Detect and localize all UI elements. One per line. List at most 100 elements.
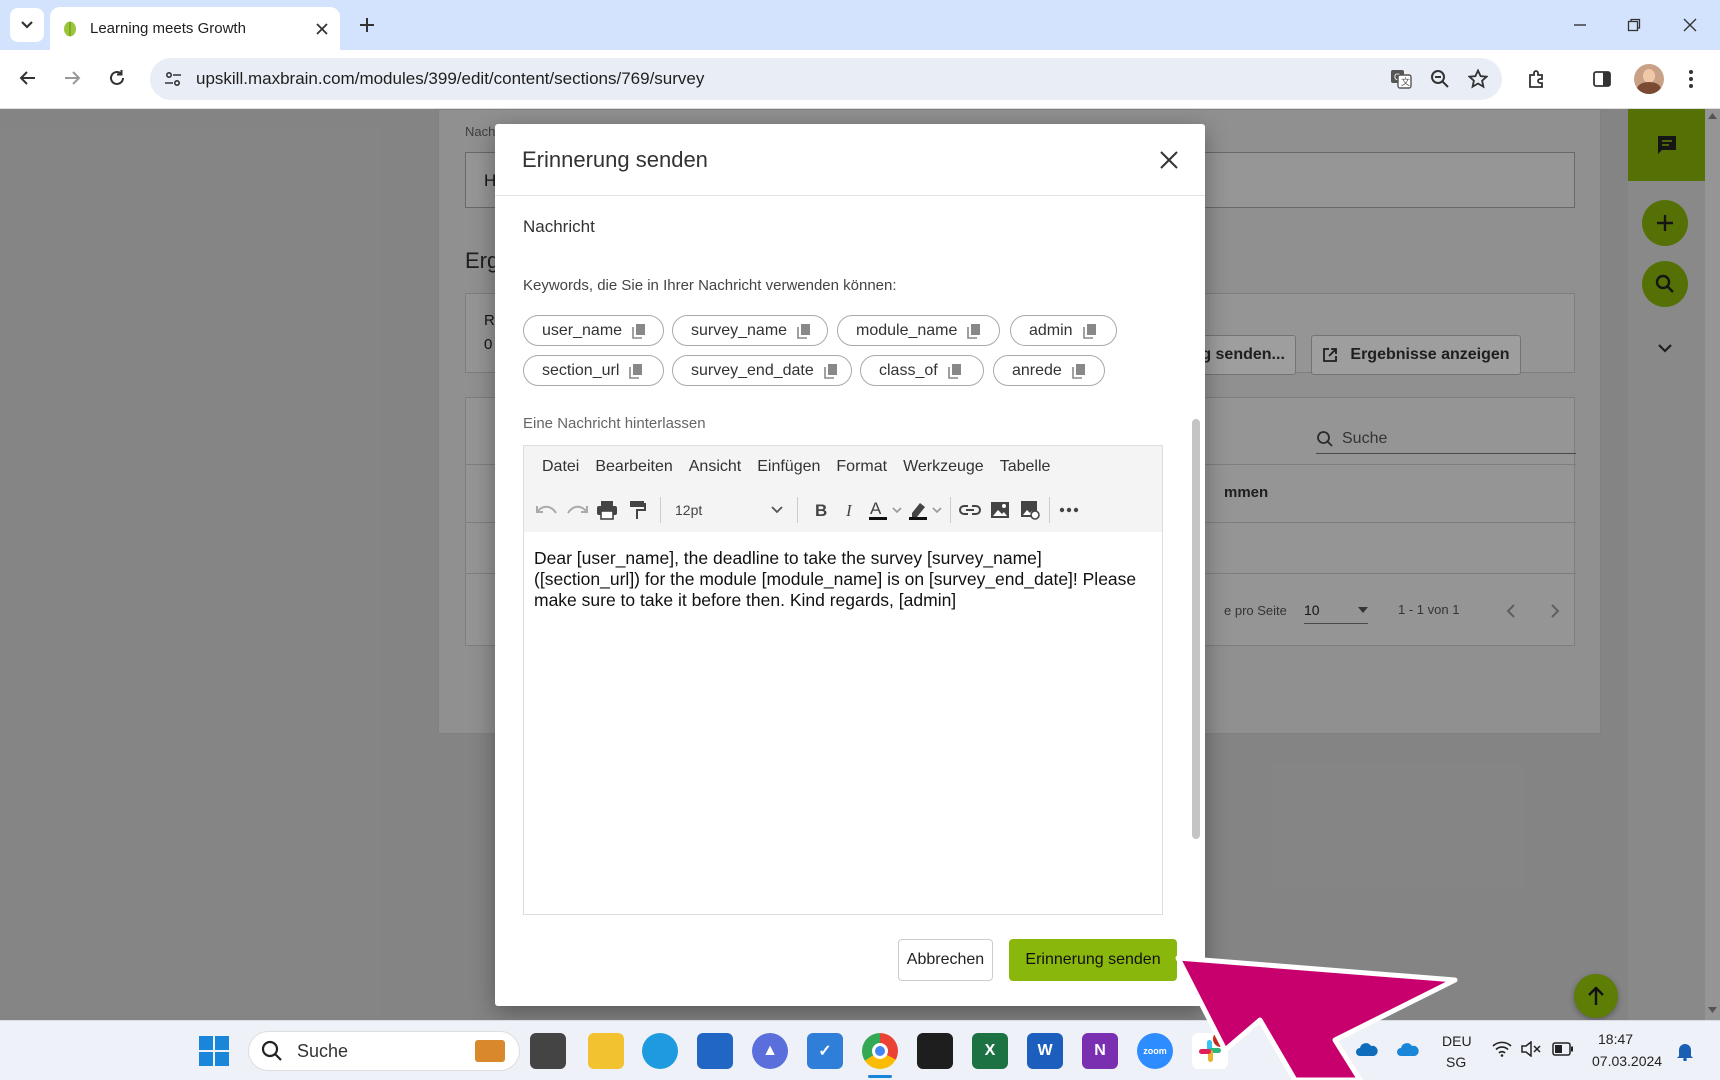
puzzle-icon <box>1529 70 1543 88</box>
close-tab-icon[interactable] <box>316 22 328 35</box>
chevron-down-icon <box>21 21 33 29</box>
menu-format[interactable]: Format <box>836 458 887 476</box>
keyword-chip-label: module_name <box>856 321 958 339</box>
browser-menu-button[interactable] <box>1676 62 1706 96</box>
taskbar-search[interactable]: Suche <box>248 1031 520 1071</box>
media-button[interactable] <box>1015 495 1045 525</box>
edge-icon[interactable] <box>642 1033 678 1069</box>
format-painter-button[interactable] <box>622 495 652 525</box>
figma-icon[interactable] <box>917 1033 953 1069</box>
message-section-label: Nachricht <box>523 217 595 236</box>
close-icon[interactable] <box>1160 150 1178 169</box>
font-size-select[interactable]: 12pt <box>669 495 789 525</box>
restore-button[interactable] <box>1614 8 1654 42</box>
store-icon[interactable] <box>697 1033 733 1069</box>
clock-time[interactable]: 18:47 <box>1598 1031 1633 1047</box>
image-button[interactable] <box>985 495 1015 525</box>
onenote-icon[interactable]: N <box>1082 1033 1118 1069</box>
keyword-chip[interactable]: section_url <box>523 355 664 386</box>
address-bar[interactable]: upskill.maxbrain.com/modules/399/edit/co… <box>150 58 1502 100</box>
menu-insert[interactable]: Einfügen <box>757 458 820 476</box>
briefcase-icon <box>475 1040 505 1062</box>
minimize-button[interactable] <box>1560 8 1600 42</box>
italic-button[interactable]: I <box>836 495 866 525</box>
highlight-color-button[interactable] <box>906 495 946 525</box>
tab-search-button[interactable] <box>10 8 44 42</box>
menu-tools[interactable]: Werkzeuge <box>903 458 984 476</box>
keyword-chip[interactable]: survey_name <box>672 315 828 346</box>
text-color-button[interactable]: A <box>866 495 906 525</box>
menu-edit[interactable]: Bearbeiten <box>595 458 672 476</box>
menu-file[interactable]: Datei <box>542 458 579 476</box>
keyword-chip[interactable]: survey_end_date <box>672 355 852 386</box>
copy-icon <box>629 363 643 379</box>
scroll-to-top-button[interactable] <box>1574 974 1618 1018</box>
keyword-chip-label: class_of <box>879 361 938 379</box>
translate-icon[interactable]: G文 <box>1390 68 1412 90</box>
more-tools-button[interactable] <box>1054 495 1084 525</box>
menu-view[interactable]: Ansicht <box>689 458 741 476</box>
profile-avatar[interactable] <box>1634 64 1664 94</box>
back-button[interactable] <box>12 62 44 94</box>
toolbar-divider <box>660 497 661 523</box>
send-reminder-confirm-button[interactable]: Erinnerung senden <box>1009 939 1177 981</box>
minimize-icon <box>1574 24 1586 26</box>
close-icon <box>1683 18 1697 32</box>
word-icon[interactable]: W <box>1027 1033 1063 1069</box>
close-window-button[interactable] <box>1670 8 1710 42</box>
more-vertical-icon <box>1689 70 1693 88</box>
extensions-button[interactable] <box>1520 62 1554 96</box>
url-text: upskill.maxbrain.com/modules/399/edit/co… <box>196 69 705 88</box>
message-input-label: Eine Nachricht hinterlassen <box>523 415 706 432</box>
copy-icon <box>967 323 981 339</box>
excel-icon[interactable]: X <box>972 1033 1008 1069</box>
paintbrush-icon <box>630 501 646 519</box>
dialog-header: Erinnerung senden <box>495 124 1205 196</box>
file-explorer-icon[interactable] <box>588 1033 624 1069</box>
copy-icon <box>797 323 811 339</box>
keyword-chip[interactable]: admin <box>1010 315 1117 346</box>
undo-icon <box>536 505 557 514</box>
todo-icon[interactable]: ✓ <box>807 1033 843 1069</box>
new-tab-button[interactable] <box>350 8 384 42</box>
undo-button[interactable] <box>532 495 562 525</box>
rich-text-editor: Datei Bearbeiten Ansicht Einfügen Format… <box>523 445 1163 915</box>
clock-date[interactable]: 07.03.2024 <box>1592 1053 1662 1069</box>
bookmark-star-icon[interactable] <box>1468 69 1488 89</box>
zoom-icon[interactable] <box>1430 69 1450 89</box>
reload-button[interactable] <box>101 62 133 94</box>
notification-bell-icon[interactable] <box>1676 1041 1694 1061</box>
cancel-button[interactable]: Abbrechen <box>898 939 993 981</box>
chrome-icon[interactable] <box>862 1033 898 1069</box>
dialog-title: Erinnerung senden <box>522 146 708 172</box>
side-panel-button[interactable] <box>1585 62 1619 96</box>
forward-button[interactable] <box>56 62 88 94</box>
link-icon <box>959 505 981 515</box>
restore-icon <box>1627 18 1641 32</box>
battery-icon[interactable] <box>1552 1042 1574 1056</box>
keyword-chip[interactable]: module_name <box>837 315 1000 346</box>
svg-text:I: I <box>845 502 853 518</box>
editor-body[interactable]: Dear [user_name], the deadline to take t… <box>524 532 1162 627</box>
link-button[interactable] <box>955 495 985 525</box>
redo-icon <box>567 505 588 514</box>
keyword-chip-label: admin <box>1029 321 1073 339</box>
dialog-scrollbar-thumb[interactable] <box>1192 419 1200 839</box>
media-icon <box>1021 501 1040 520</box>
keyword-chip[interactable]: anrede <box>993 355 1105 386</box>
print-button[interactable] <box>592 495 622 525</box>
wifi-icon[interactable] <box>1492 1041 1512 1057</box>
menu-table[interactable]: Tabelle <box>1000 458 1051 476</box>
task-view-icon[interactable] <box>530 1033 566 1069</box>
keyword-chip[interactable]: user_name <box>523 315 664 346</box>
affinity-icon[interactable]: ▲ <box>752 1033 788 1069</box>
toolbar-divider <box>797 497 798 523</box>
browser-tab-active[interactable]: Learning meets Growth <box>50 7 340 50</box>
redo-button[interactable] <box>562 495 592 525</box>
site-settings-icon[interactable] <box>164 70 182 88</box>
bold-button[interactable]: B <box>806 495 836 525</box>
start-button[interactable] <box>198 1035 230 1067</box>
more-horizontal-icon <box>1059 507 1079 513</box>
keyword-chip[interactable]: class_of <box>860 355 984 386</box>
volume-muted-icon[interactable] <box>1521 1041 1541 1057</box>
